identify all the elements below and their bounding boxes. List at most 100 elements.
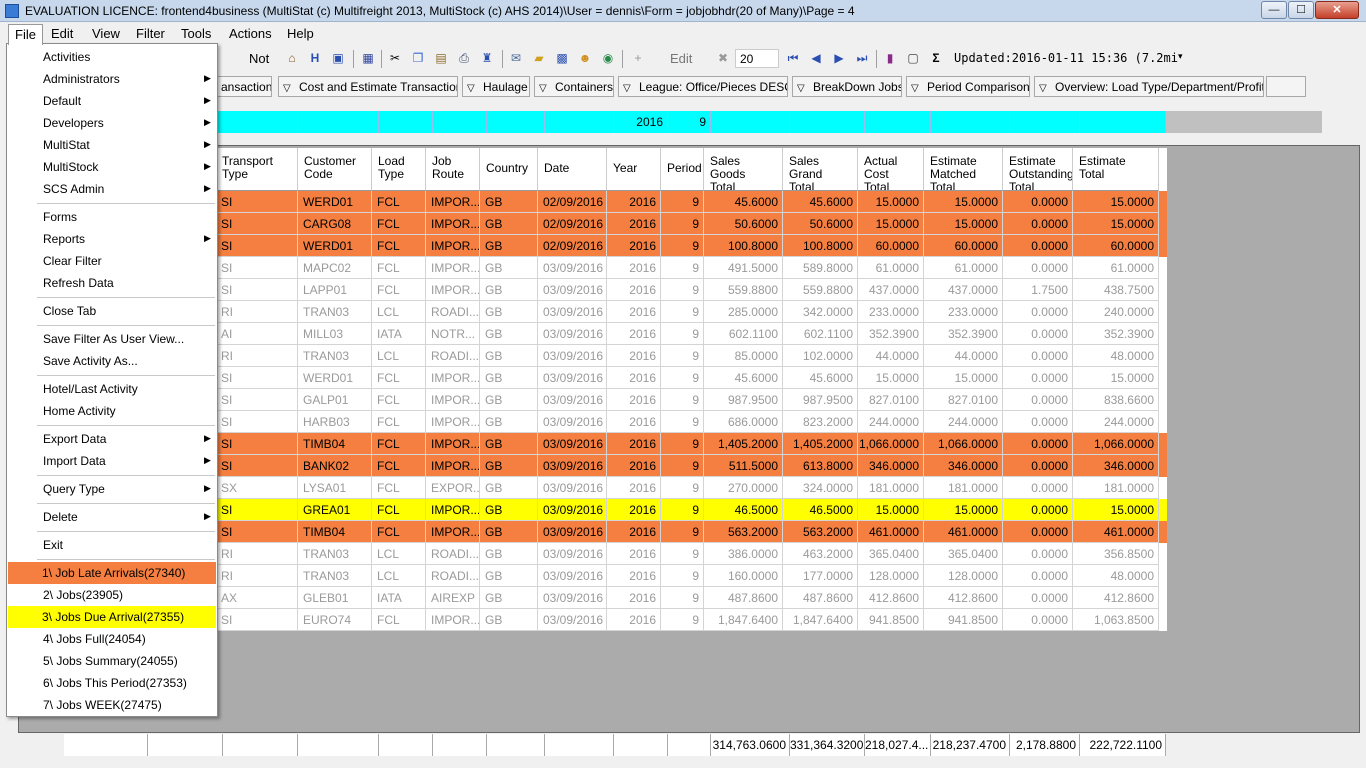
cell-estimate-matched-total[interactable]: 412.8600	[924, 587, 1003, 609]
menu-help[interactable]: Help	[281, 24, 320, 43]
menu-item-1-job-late-arrivals-27340[interactable]: 1\ Job Late Arrivals(27340)	[8, 562, 216, 584]
cell-load-type[interactable]: FCL	[372, 367, 426, 389]
cell-sales-grand-total[interactable]: 1,405.2000	[783, 433, 858, 455]
cell-transport-type[interactable]: SI	[216, 235, 298, 257]
cell-customer-code[interactable]: HARB03	[298, 411, 372, 433]
cell-year[interactable]: 2016	[607, 609, 661, 631]
copy-icon[interactable]: ❐	[410, 50, 426, 66]
cell-estimate-total[interactable]: 48.0000	[1073, 565, 1159, 587]
menu-item-administrators[interactable]: Administrators ▶	[8, 68, 216, 90]
cell-job-route[interactable]: IMPOR...	[426, 257, 480, 279]
cell-customer-code[interactable]: WERD01	[298, 235, 372, 257]
cell-customer-code[interactable]: TRAN03	[298, 565, 372, 587]
cell-date[interactable]: 03/09/2016	[538, 455, 607, 477]
cell-actual-cost-total[interactable]: 60.0000	[858, 235, 924, 257]
cell-transport-type[interactable]: SI	[216, 279, 298, 301]
cell-year[interactable]: 2016	[607, 191, 661, 213]
cell-actual-cost-total[interactable]: 827.0100	[858, 389, 924, 411]
cell-estimate-outstanding-total[interactable]: 0.0000	[1003, 367, 1073, 389]
cell-sales-grand-total[interactable]: 45.6000	[783, 191, 858, 213]
table-row[interactable]: SI MAPC02 FCL IMPOR... GB 03/09/2016 2016 9 491.…	[216, 257, 1167, 279]
chart-icon[interactable]: ▮	[882, 50, 898, 66]
cell-estimate-matched-total[interactable]: 44.0000	[924, 345, 1003, 367]
cell-country[interactable]: GB	[480, 609, 538, 631]
table-row[interactable]: SX LYSA01 FCL EXPOR... GB 03/09/2016 2016 9 270.…	[216, 477, 1167, 499]
cell-sales-grand-total[interactable]: 46.5000	[783, 499, 858, 521]
cell-estimate-matched-total[interactable]: 346.0000	[924, 455, 1003, 477]
menu-item-multistock[interactable]: MultiStock ▶	[8, 156, 216, 178]
menu-item-scs-admin[interactable]: SCS Admin ▶	[8, 178, 216, 200]
cell-customer-code[interactable]: GLEB01	[298, 587, 372, 609]
cell-country[interactable]: GB	[480, 433, 538, 455]
cell-year[interactable]: 2016	[607, 279, 661, 301]
table-row[interactable]: RI TRAN03 LCL ROADI... GB 03/09/2016 2016 9 285.…	[216, 301, 1167, 323]
cell-date[interactable]: 03/09/2016	[538, 543, 607, 565]
cell-estimate-outstanding-total[interactable]: 0.0000	[1003, 455, 1073, 477]
filter-cell[interactable]	[711, 111, 790, 133]
table-row[interactable]: SI WERD01 FCL IMPOR... GB 02/09/2016 2016 9 45.6…	[216, 191, 1167, 213]
previous-record-icon[interactable]: ◀	[808, 50, 824, 66]
cell-actual-cost-total[interactable]: 15.0000	[858, 499, 924, 521]
cell-actual-cost-total[interactable]: 61.0000	[858, 257, 924, 279]
cell-job-route[interactable]: EXPOR...	[426, 477, 480, 499]
cell-estimate-total[interactable]: 61.0000	[1073, 257, 1159, 279]
cell-period[interactable]: 9	[661, 587, 704, 609]
app-icon[interactable]	[5, 4, 19, 18]
cell-load-type[interactable]: FCL	[372, 257, 426, 279]
cell-sales-goods-total[interactable]: 46.5000	[704, 499, 783, 521]
cell-estimate-total[interactable]: 15.0000	[1073, 499, 1159, 521]
record-count-field[interactable]: 20	[735, 49, 779, 68]
cell-load-type[interactable]: FCL	[372, 433, 426, 455]
cell-estimate-total[interactable]: 60.0000	[1073, 235, 1159, 257]
cell-estimate-total[interactable]: 838.6600	[1073, 389, 1159, 411]
cell-sales-goods-total[interactable]: 50.6000	[704, 213, 783, 235]
cell-estimate-matched-total[interactable]: 15.0000	[924, 367, 1003, 389]
home-icon[interactable]: ⌂	[284, 50, 300, 66]
cell-estimate-total[interactable]: 240.0000	[1073, 301, 1159, 323]
cell-sales-goods-total[interactable]: 563.2000	[704, 521, 783, 543]
folder-icon[interactable]: ▰	[531, 50, 547, 66]
cell-job-route[interactable]: IMPOR...	[426, 521, 480, 543]
filter-cell[interactable]	[487, 111, 545, 133]
cell-estimate-total[interactable]: 1,063.8500	[1073, 609, 1159, 631]
cell-estimate-total[interactable]: 15.0000	[1073, 213, 1159, 235]
cell-estimate-outstanding-total[interactable]: 0.0000	[1003, 257, 1073, 279]
cell-estimate-total[interactable]: 15.0000	[1073, 367, 1159, 389]
cell-year[interactable]: 2016	[607, 213, 661, 235]
cell-period[interactable]: 9	[661, 521, 704, 543]
cell-estimate-total[interactable]: 412.8600	[1073, 587, 1159, 609]
cell-period[interactable]: 9	[661, 345, 704, 367]
cell-estimate-matched-total[interactable]: 128.0000	[924, 565, 1003, 587]
cell-country[interactable]: GB	[480, 565, 538, 587]
table-row[interactable]: SI EURO74 FCL IMPOR... GB 03/09/2016 2016 9 1,84…	[216, 609, 1167, 631]
cell-sales-goods-total[interactable]: 270.0000	[704, 477, 783, 499]
column-header-actual-cost-total[interactable]: Actual Cost Total	[858, 148, 924, 191]
cell-estimate-outstanding-total[interactable]: 0.0000	[1003, 235, 1073, 257]
cell-transport-type[interactable]: SI	[216, 213, 298, 235]
cell-customer-code[interactable]: MILL03	[298, 323, 372, 345]
menu-item-home-activity[interactable]: Home Activity	[8, 400, 216, 422]
cell-estimate-total[interactable]: 346.0000	[1073, 455, 1159, 477]
column-header-period[interactable]: Period	[661, 148, 704, 191]
table-row[interactable]: SI BANK02 FCL IMPOR... GB 03/09/2016 2016 9 511.…	[216, 455, 1167, 477]
cell-actual-cost-total[interactable]: 15.0000	[858, 213, 924, 235]
tab-league[interactable]: ▽ League: Office/Pieces DESC	[618, 76, 788, 97]
cell-estimate-matched-total[interactable]: 365.0400	[924, 543, 1003, 565]
cell-sales-goods-total[interactable]: 285.0000	[704, 301, 783, 323]
cell-estimate-outstanding-total[interactable]: 0.0000	[1003, 213, 1073, 235]
table-row[interactable]: SI WERD01 FCL IMPOR... GB 02/09/2016 2016 9 100.…	[216, 235, 1167, 257]
cell-customer-code[interactable]: GREA01	[298, 499, 372, 521]
first-record-icon[interactable]: ⏮	[785, 50, 801, 66]
cell-actual-cost-total[interactable]: 233.0000	[858, 301, 924, 323]
cell-actual-cost-total[interactable]: 181.0000	[858, 477, 924, 499]
column-header-estimate-outstanding-total[interactable]: Estimate Outstanding Total	[1003, 148, 1073, 191]
cell-actual-cost-total[interactable]: 15.0000	[858, 191, 924, 213]
cell-year[interactable]: 2016	[607, 455, 661, 477]
cell-year[interactable]: 2016	[607, 433, 661, 455]
cell-year[interactable]: 2016	[607, 587, 661, 609]
column-header-date[interactable]: Date	[538, 148, 607, 191]
cell-actual-cost-total[interactable]: 44.0000	[858, 345, 924, 367]
cell-job-route[interactable]: IMPOR...	[426, 191, 480, 213]
filter-cell[interactable]	[865, 111, 931, 133]
face-icon[interactable]: ☻	[577, 50, 593, 66]
